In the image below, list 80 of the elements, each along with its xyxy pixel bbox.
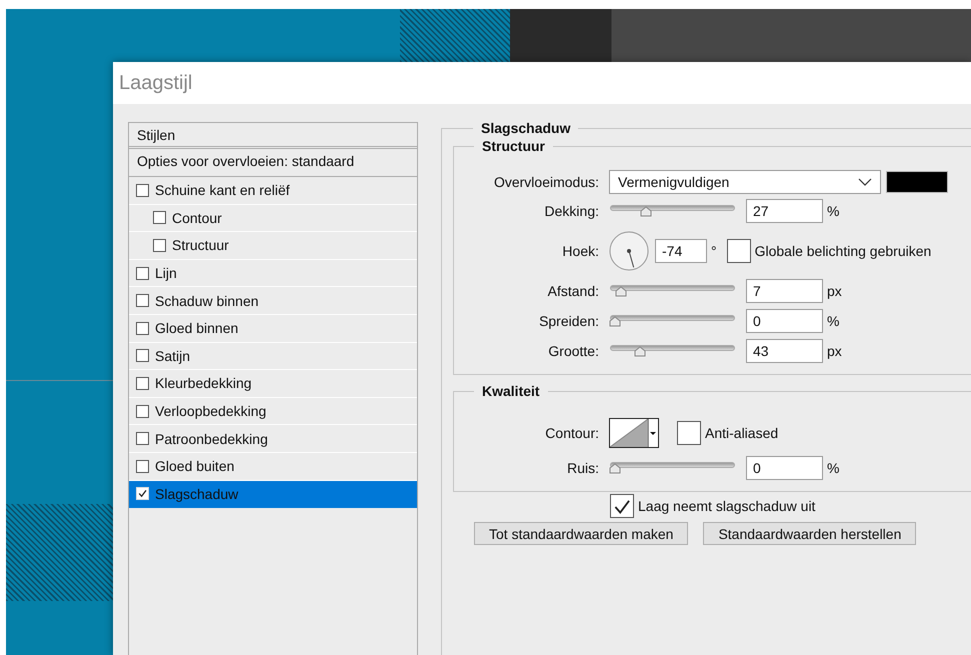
field-label: Ruis: [566, 460, 599, 476]
unit-label: px [827, 283, 842, 299]
item-label: Satijn [155, 348, 190, 364]
item-label: Gloed buiten [155, 458, 234, 474]
checkbox[interactable] [153, 238, 166, 252]
field-label: Afstand: [546, 283, 599, 299]
field-label: Hoek: [561, 243, 599, 259]
checkbox[interactable] [136, 376, 149, 390]
checkbox[interactable] [136, 432, 149, 446]
checkbox[interactable] [153, 211, 166, 224]
item-label: Slagschaduw [155, 486, 238, 502]
item-label: Structuur [172, 237, 229, 254]
input-field[interactable]: 0 [746, 309, 823, 333]
group-title: Slagschaduw [480, 120, 572, 136]
field-label: Grootte: [547, 343, 599, 359]
slider-track[interactable] [609, 344, 736, 358]
item-label: Schaduw binnen [155, 292, 259, 309]
action-button[interactable]: Tot standaardwaarden maken [474, 522, 688, 545]
checkbox[interactable] [136, 184, 149, 197]
contour-curve-icon [610, 419, 648, 447]
checkbox-label: Laag neemt slagschaduw uit [638, 498, 816, 514]
checkbox[interactable] [136, 322, 149, 335]
color-swatch[interactable] [886, 171, 948, 193]
list-item[interactable]: Structuur [129, 232, 417, 260]
action-button[interactable]: Standaardwaarden herstellen [703, 522, 916, 545]
list-item[interactable]: Kleurbedekking [129, 370, 417, 398]
input-field[interactable]: 0 [746, 456, 823, 480]
checkbox[interactable] [136, 404, 149, 418]
item-label: Patroonbedekking [155, 430, 268, 447]
field-label: Spreiden: [538, 313, 599, 329]
group-title: Kwaliteit [481, 383, 541, 399]
list-header: Stijlen [129, 123, 417, 149]
checkbox[interactable] [610, 494, 634, 518]
input-field[interactable]: 43 [746, 339, 823, 363]
checkbox[interactable] [136, 349, 149, 362]
slider-track[interactable] [609, 204, 736, 218]
caret-icon [648, 419, 658, 447]
item-label: Gloed binnen [155, 320, 238, 336]
list-item[interactable]: Patroonbedekking [129, 425, 417, 453]
list-item[interactable]: Gloed binnen [129, 314, 417, 343]
blend-mode-dropdown[interactable]: Vermenigvuldigen [609, 170, 881, 194]
input-field[interactable]: 7 [746, 279, 823, 303]
list-item[interactable]: Satijn [129, 342, 417, 370]
item-label: Verloopbedekking [155, 403, 266, 420]
unit-label: % [827, 460, 840, 476]
input-field[interactable]: -74 [655, 239, 707, 263]
unit-label: ° [711, 243, 717, 259]
checkbox[interactable] [136, 266, 149, 280]
slider-track[interactable] [609, 461, 736, 475]
list-item[interactable]: Lijn [129, 260, 417, 288]
unit-label: px [827, 343, 842, 359]
contour-picker[interactable] [609, 418, 659, 448]
field-label: Dekking: [544, 203, 599, 219]
unit-label: % [827, 203, 840, 219]
checkbox[interactable] [726, 239, 751, 263]
window-title: Laagstijl [113, 62, 971, 104]
list-item[interactable]: Schuine kant en reliëf [129, 177, 417, 205]
checkbox-label: Anti-aliased [705, 425, 778, 441]
field-label: Overvloeimodus: [492, 174, 599, 190]
angle-dial[interactable] [609, 231, 649, 271]
checkbox-label: Globale belichting gebruiken [754, 243, 932, 259]
slider-track[interactable] [609, 314, 736, 328]
group-title: Structuur [481, 138, 546, 154]
item-label: Schuine kant en reliëf [155, 182, 290, 198]
checkbox[interactable] [677, 421, 701, 445]
item-label: Contour [172, 210, 222, 226]
list-item[interactable]: Slagschaduw [129, 480, 417, 508]
item-label: Kleurbedekking [155, 375, 252, 392]
list-item[interactable]: Opties voor overvloeien: standaard [129, 149, 417, 177]
list-item[interactable]: Contour [129, 204, 417, 232]
list-item[interactable]: Verloopbedekking [129, 398, 417, 426]
checkbox[interactable] [136, 294, 149, 308]
checkbox[interactable] [136, 460, 149, 473]
field-label: Contour: [544, 425, 599, 441]
chevron-down-icon [858, 178, 872, 186]
list-item[interactable]: Schaduw binnen [129, 287, 417, 315]
slider-track[interactable] [609, 284, 736, 298]
item-label: Lijn [155, 265, 177, 282]
input-field[interactable]: 27 [746, 199, 823, 223]
unit-label: % [827, 313, 840, 329]
